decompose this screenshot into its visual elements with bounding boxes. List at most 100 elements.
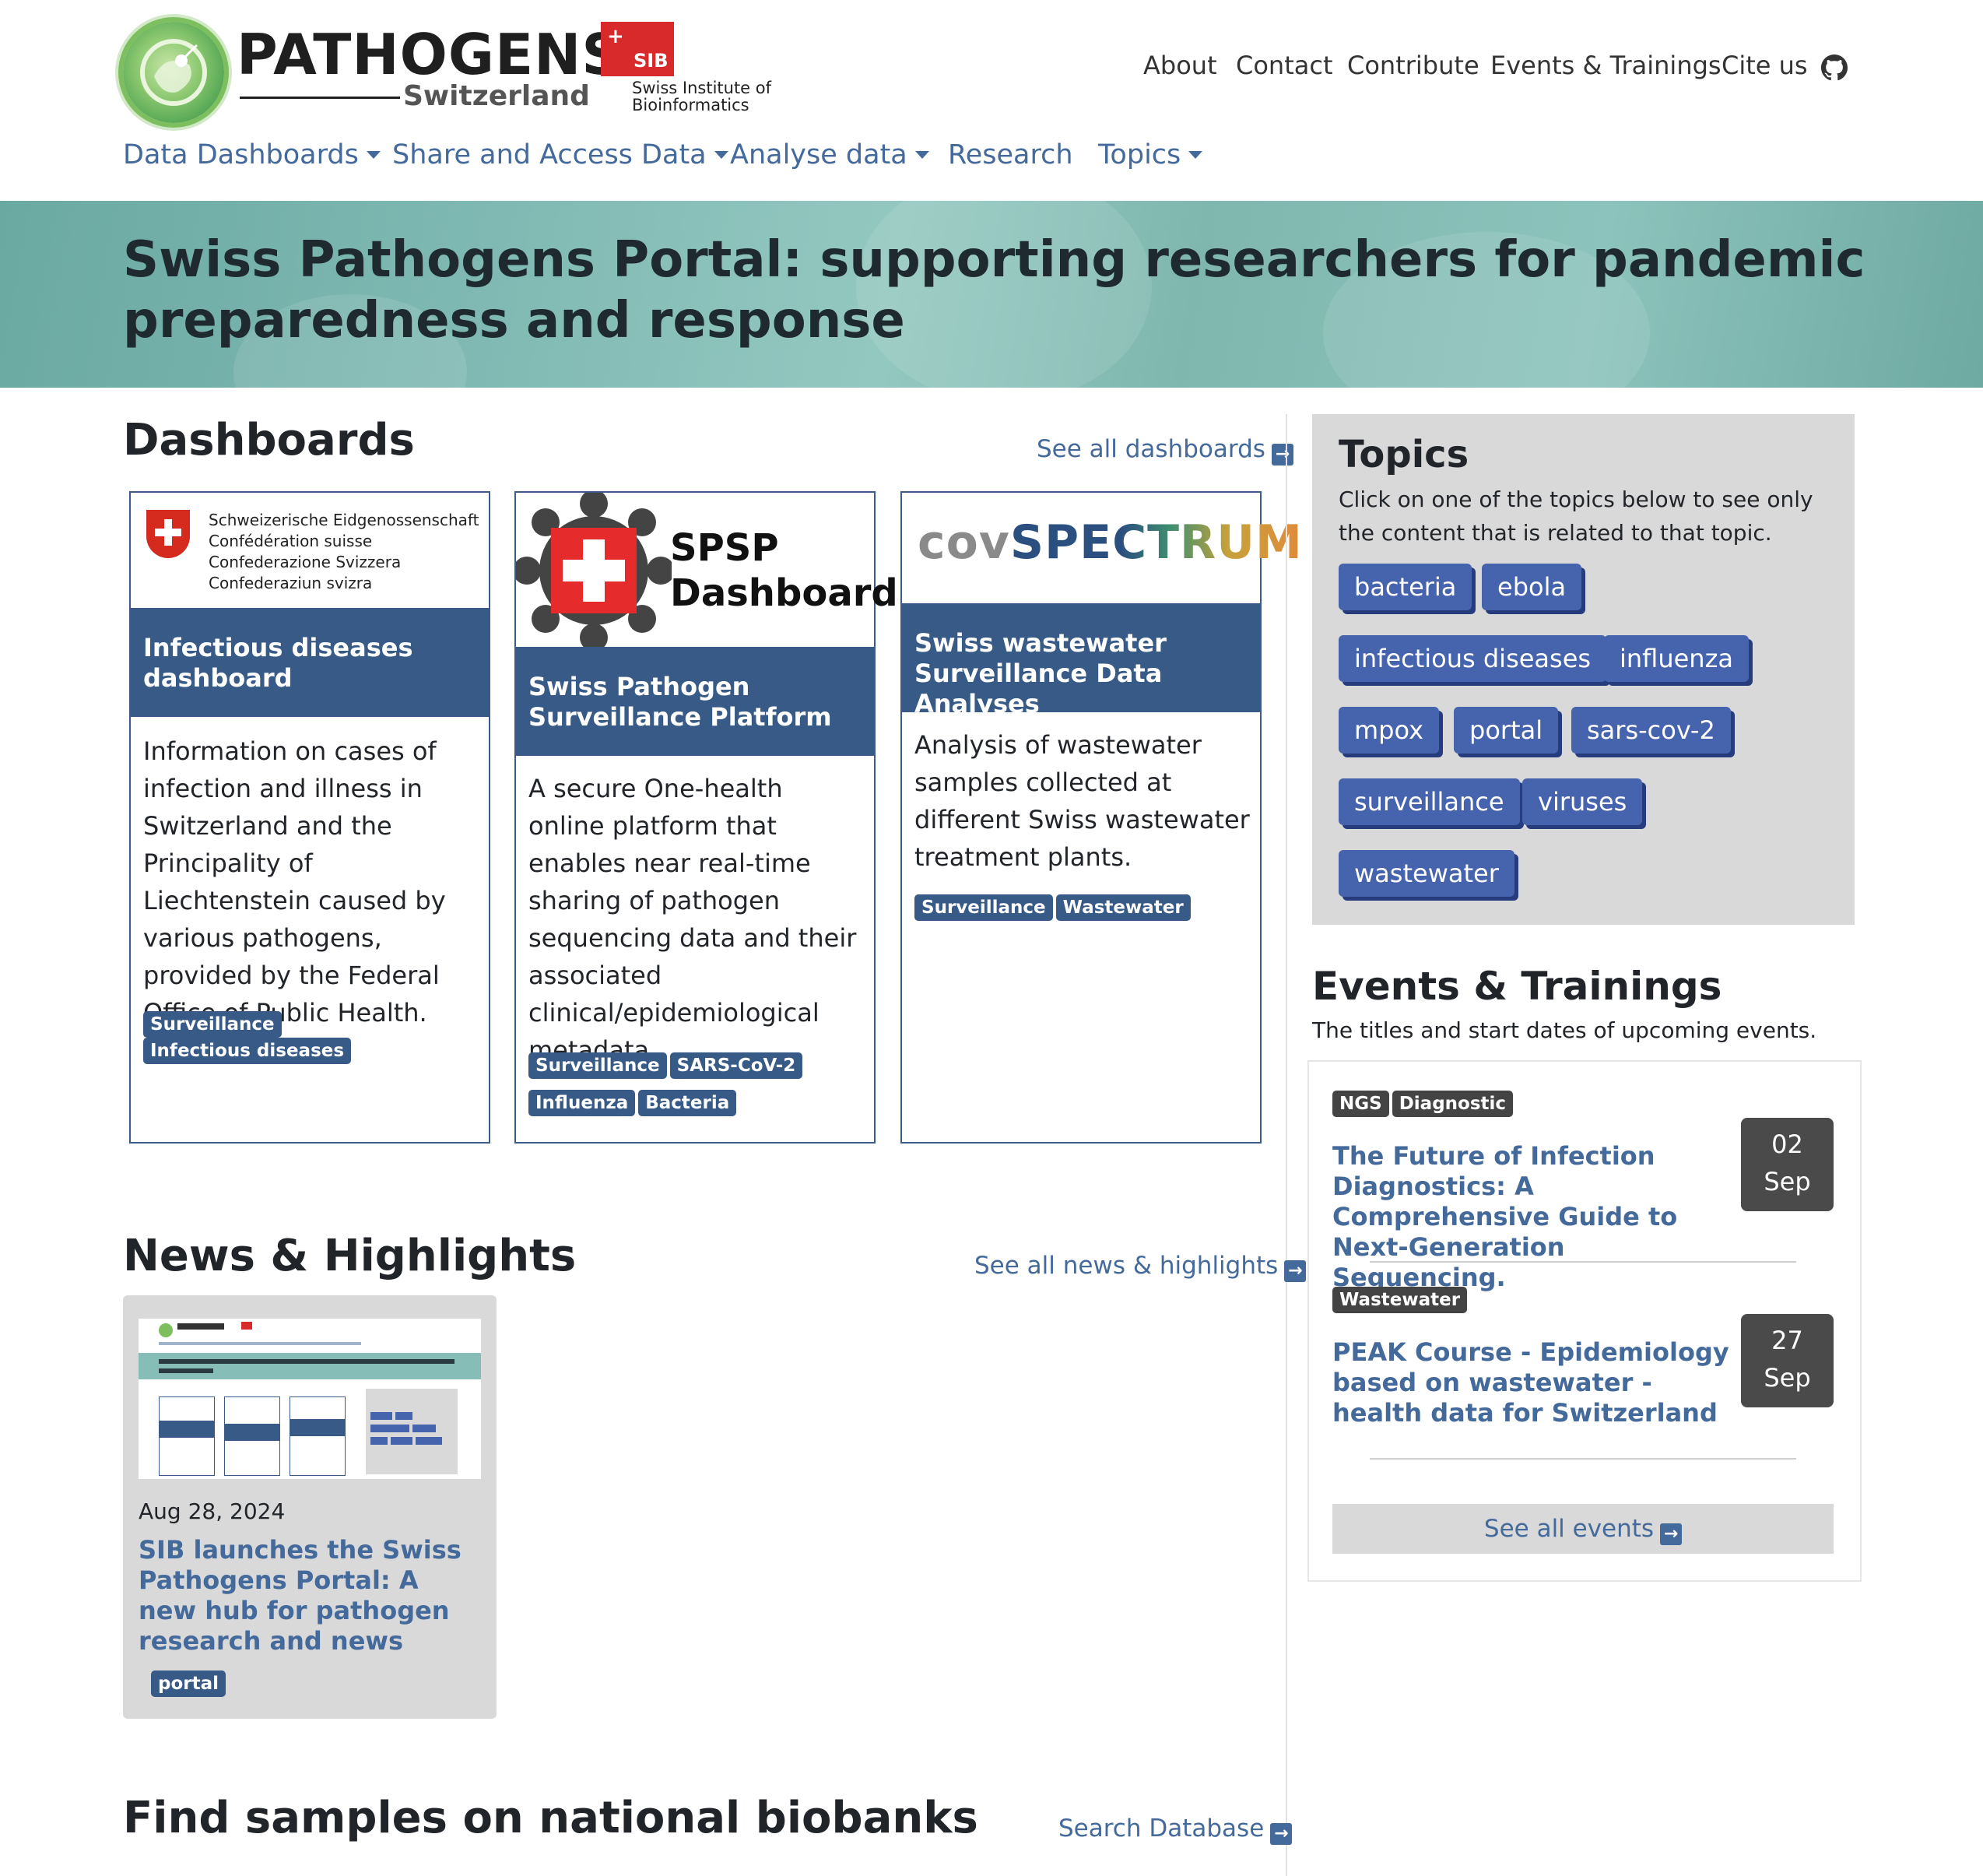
card-tags: SurveillanceInfectious diseases <box>143 1011 486 1064</box>
spsp-logo-text: SPSP Dashboard <box>670 526 898 615</box>
see-all-events-button[interactable]: See all events → <box>1332 1504 1834 1554</box>
topic-portal[interactable]: portal <box>1454 707 1559 754</box>
topic-bacteria[interactable]: bacteria <box>1339 564 1472 610</box>
nav-cite-us[interactable]: Cite us <box>1722 53 1808 78</box>
dashboard-card-spsp[interactable]: SPSP Dashboard Swiss Pathogen Surveillan… <box>514 491 898 1144</box>
topic-sars-cov-2[interactable]: sars-cov-2 <box>1571 707 1731 754</box>
caret-down-icon <box>914 151 929 159</box>
tag-badge[interactable]: Wastewater <box>1055 894 1191 921</box>
swiss-coat-of-arms-icon <box>146 510 190 558</box>
topics-heading: Topics <box>1339 433 1469 476</box>
tag-badge[interactable]: SARS-CoV-2 <box>669 1052 803 1079</box>
mainnav-data-dashboards[interactable]: Data Dashboards <box>123 142 381 169</box>
column-divider <box>1286 414 1287 1876</box>
news-tags: portal <box>151 1670 229 1697</box>
sib-logo[interactable]: + SIB <box>601 22 674 76</box>
mainnav-label: Share and Access Data <box>392 139 707 170</box>
mainnav-analyse-data[interactable]: Analyse data <box>730 142 929 169</box>
event-tag[interactable]: Wastewater <box>1332 1287 1468 1313</box>
nav-contact[interactable]: Contact <box>1236 53 1333 78</box>
card-title-band: Swiss Pathogen Surveillance Platform <box>516 647 874 756</box>
event-date-badge: 27 Sep <box>1741 1314 1834 1407</box>
tag-badge[interactable]: Bacteria <box>638 1090 737 1116</box>
news-title-link[interactable]: SIB launches the Swiss Pathogens Portal:… <box>139 1535 481 1656</box>
news-date: Aug 28, 2024 <box>139 1498 286 1524</box>
card-description: A secure One-health online platform that… <box>528 774 857 1065</box>
see-all-news-link[interactable]: See all news & highlights → <box>974 1254 1307 1282</box>
topic-surveillance[interactable]: surveillance <box>1339 778 1520 825</box>
events-description: The titles and start dates of upcoming e… <box>1312 1017 1817 1043</box>
events-heading: Events & Trainings <box>1312 964 1722 1009</box>
card-title-band: Infectious diseases dashboard <box>131 608 489 717</box>
dashboard-card-covspectrum[interactable]: covSPECTRUM Swiss wastewater Surveillanc… <box>900 491 1302 1144</box>
arrow-right-icon: → <box>1284 1260 1307 1282</box>
tag-badge[interactable]: Influenza <box>528 1090 636 1116</box>
topics-panel: Topics Click on one of the topics below … <box>1312 414 1855 925</box>
caret-down-icon <box>714 151 728 159</box>
topic-infectious-diseases[interactable]: infectious diseases <box>1339 635 1607 682</box>
event-separator <box>1370 1261 1796 1263</box>
event-date-badge: 02 Sep <box>1741 1118 1834 1211</box>
dashboard-card-infectious-diseases[interactable]: Schweizerische Eidgenossenschaft Confédé… <box>129 491 490 1144</box>
tag-badge[interactable]: Surveillance <box>528 1052 667 1079</box>
card-description: Analysis of wastewater samples collected… <box>914 730 1250 872</box>
brand-subtitle[interactable]: Switzerland <box>403 83 590 111</box>
event-tag[interactable]: Diagnostic <box>1392 1091 1514 1117</box>
dashboards-heading: Dashboards <box>123 415 415 465</box>
github-icon[interactable] <box>1821 54 1848 81</box>
event-month: Sep <box>1764 1167 1811 1196</box>
sib-full-label: Swiss Institute of Bioinformatics <box>632 79 772 114</box>
see-all-dashboards-link[interactable]: See all dashboards → <box>1037 437 1293 465</box>
brand-title[interactable]: PATHOGENS <box>237 26 623 83</box>
spsp-virus-icon <box>516 493 672 648</box>
tag-badge[interactable]: Surveillance <box>914 894 1053 921</box>
mainnav-label: Topics <box>1098 139 1181 170</box>
topics-description: Click on one of the topics below to see … <box>1339 487 1813 546</box>
event-day: 27 <box>1771 1326 1803 1355</box>
event-title-link[interactable]: PEAK Course - Epidemiology based on wast… <box>1332 1337 1737 1428</box>
caret-down-icon <box>1188 151 1203 159</box>
event-separator <box>1370 1458 1796 1460</box>
card-tags: Surveillance SARS-CoV-2 Influenza Bacteria <box>528 1049 871 1123</box>
event-tag[interactable]: NGS <box>1332 1091 1389 1117</box>
tag-badge[interactable]: Surveillance <box>143 1011 282 1038</box>
mainnav-label: Analyse data <box>730 139 907 170</box>
card-tags: Surveillance Wastewater <box>914 894 1257 921</box>
federal-logo-text: Schweizerische Eidgenossenschaft Confédé… <box>209 511 479 592</box>
topic-mpox[interactable]: mpox <box>1339 707 1440 754</box>
nav-events-trainings[interactable]: Events & Trainings <box>1490 53 1722 78</box>
virus-icon <box>140 39 207 106</box>
thumb-header <box>139 1319 481 1353</box>
event-tags: NGS Diagnostic <box>1332 1091 1516 1117</box>
event-month: Sep <box>1764 1363 1811 1393</box>
topic-wastewater[interactable]: wastewater <box>1339 850 1514 897</box>
card-title[interactable]: Infectious diseases dashboard <box>143 633 470 694</box>
link-label: See all dashboards <box>1037 435 1265 463</box>
mainnav-topics[interactable]: Topics <box>1098 139 1203 170</box>
mainnav-label: Research <box>948 139 1073 170</box>
thumb-card <box>159 1396 215 1476</box>
event-day: 02 <box>1771 1129 1803 1159</box>
nav-about[interactable]: About <box>1143 53 1217 78</box>
mainnav-label: Data Dashboards <box>123 139 359 170</box>
button-label: See all events <box>1483 1515 1655 1543</box>
hero-title: Swiss Pathogens Portal: supporting resea… <box>123 231 1865 350</box>
tag-badge[interactable]: portal <box>151 1670 226 1697</box>
pathogens-logo[interactable] <box>123 22 224 123</box>
topic-influenza[interactable]: influenza <box>1604 635 1749 682</box>
caret-down-icon <box>366 151 381 159</box>
brand-divider <box>240 97 400 99</box>
tag-badge[interactable]: Infectious diseases <box>143 1038 352 1064</box>
card-title[interactable]: Swiss wastewater Surveillance Data Analy… <box>914 628 1249 719</box>
topic-ebola[interactable]: ebola <box>1482 564 1582 610</box>
event-title-link[interactable]: The Future of Infection Diagnostics: A C… <box>1332 1141 1745 1293</box>
link-label: Search Database <box>1058 1815 1265 1843</box>
nav-contribute[interactable]: Contribute <box>1347 53 1479 78</box>
news-thumbnail[interactable] <box>139 1319 481 1479</box>
card-title[interactable]: Swiss Pathogen Surveillance Platform <box>528 672 863 732</box>
search-database-link[interactable]: Search Database → <box>1058 1815 1293 1845</box>
topic-viruses[interactable]: viruses <box>1522 778 1643 825</box>
mainnav-share-access-data[interactable]: Share and Access Data <box>392 142 728 169</box>
thumb-card <box>224 1396 280 1476</box>
mainnav-research[interactable]: Research <box>948 142 1073 169</box>
